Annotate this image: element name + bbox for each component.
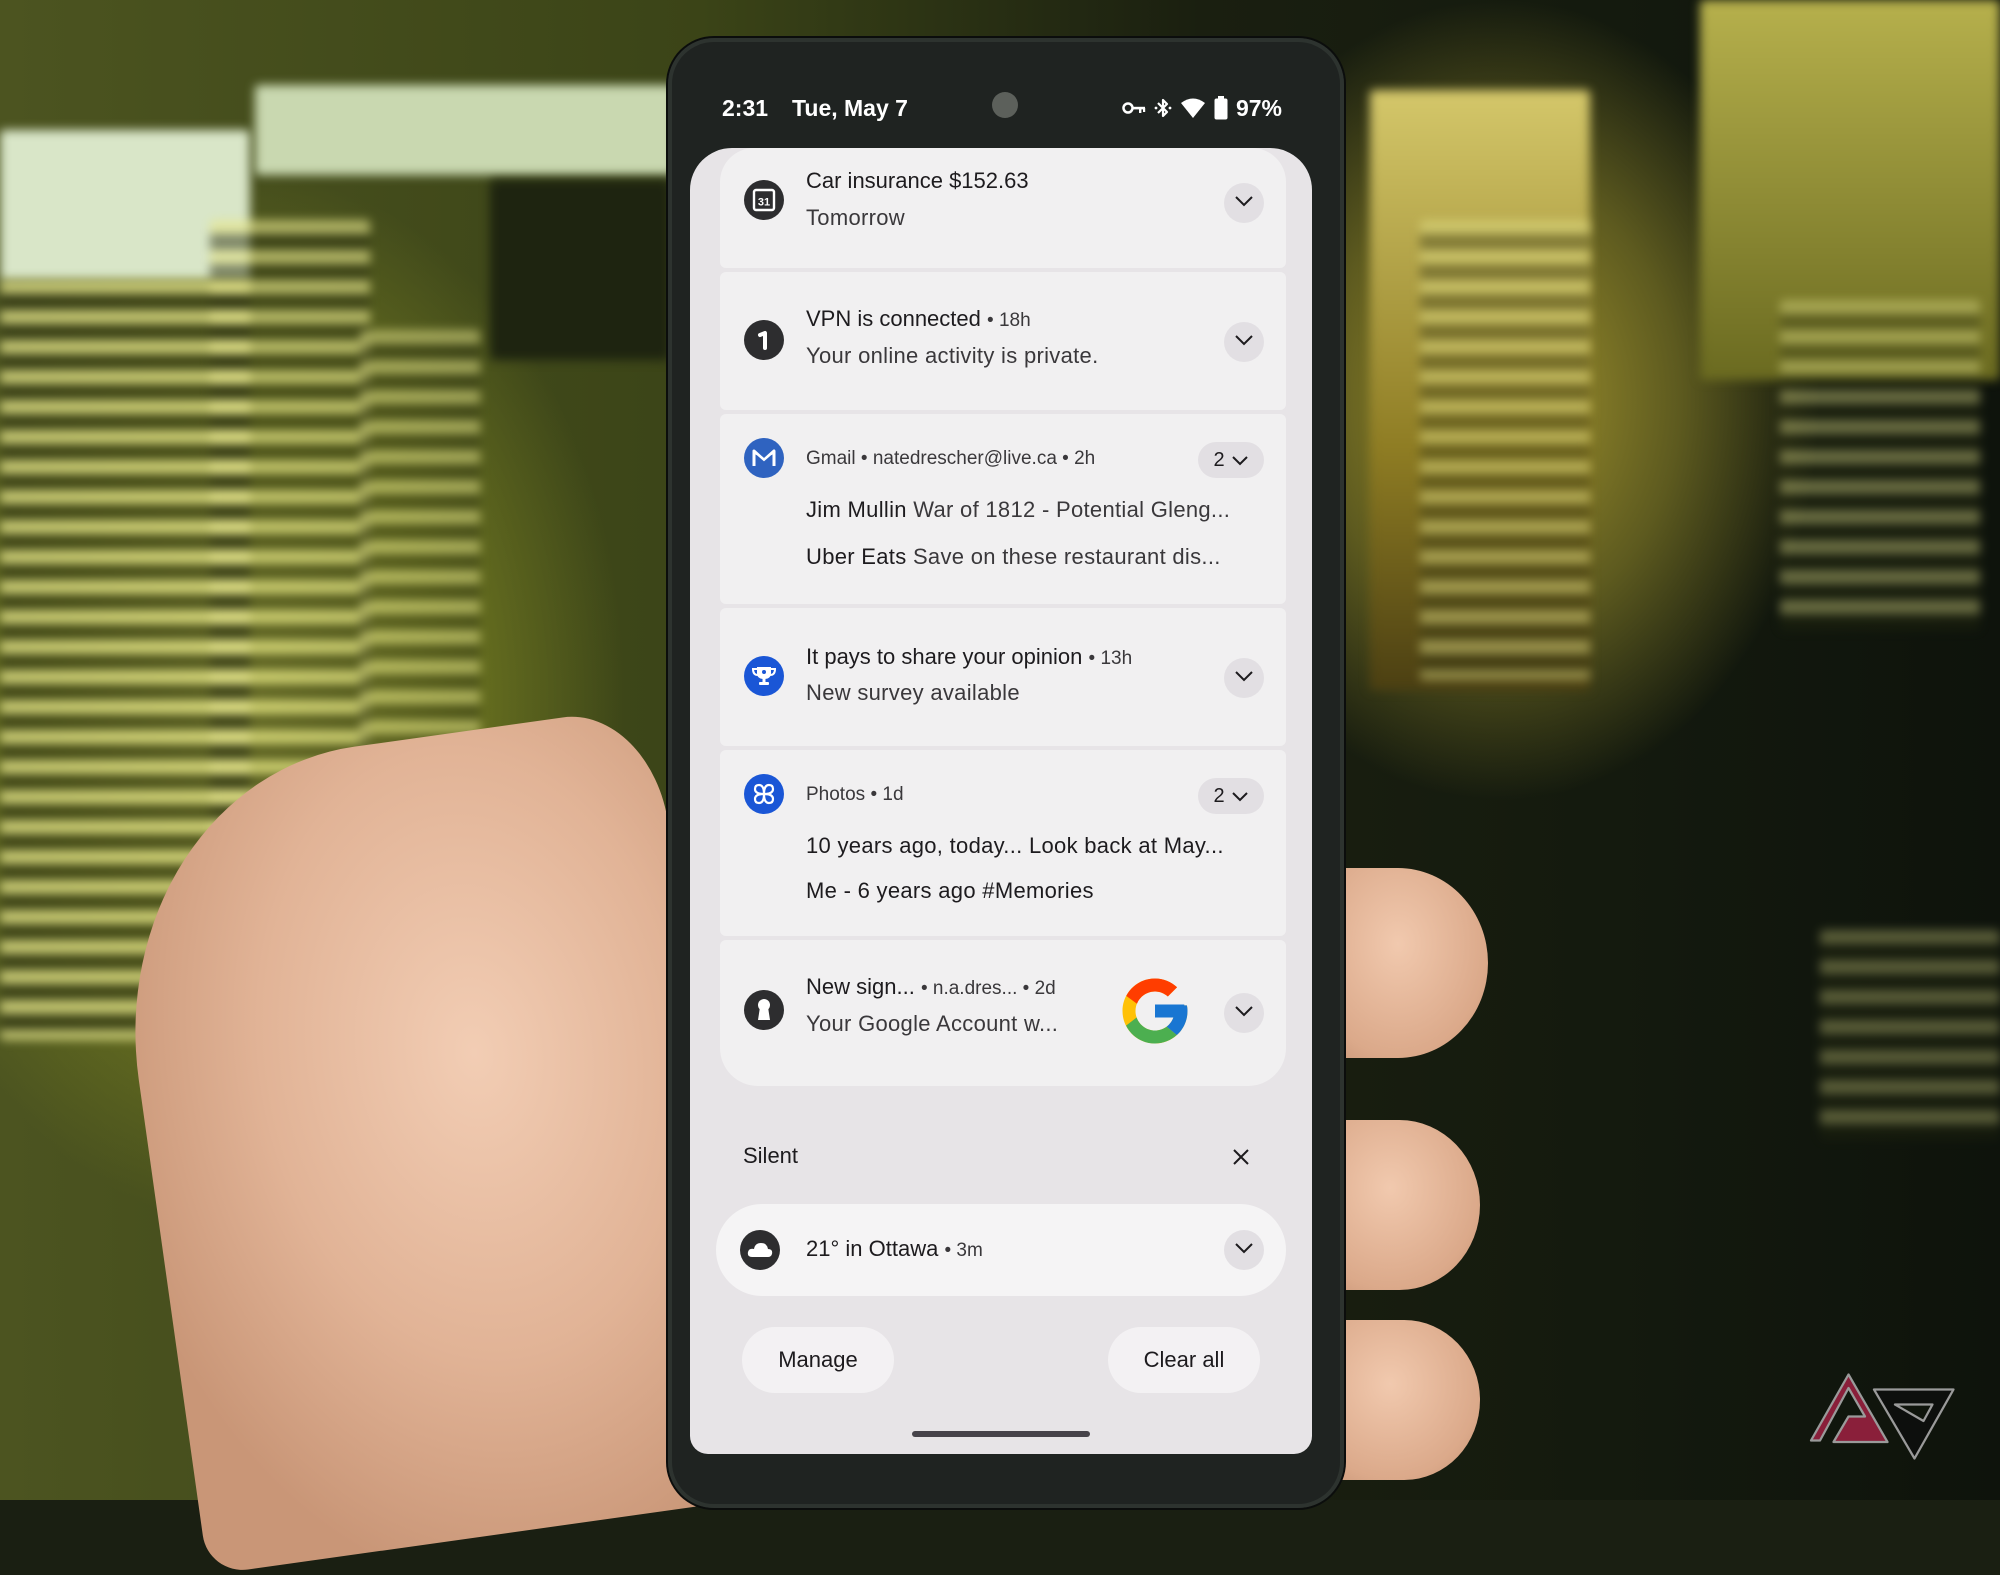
gesture-navigation-bar[interactable]	[912, 1431, 1090, 1437]
chevron-down-icon	[1234, 669, 1254, 687]
chevron-down-icon	[1234, 1241, 1254, 1259]
expand-group-button[interactable]: 2	[1198, 778, 1264, 814]
notification-card-calendar[interactable]: 31 Car insurance $152.63 Tomorrow	[720, 148, 1286, 268]
email-subject: War of 1812 - Potential Gleng...	[913, 497, 1231, 522]
separator: •	[1062, 448, 1069, 469]
close-icon	[1232, 1148, 1250, 1171]
separator: •	[944, 1240, 952, 1261]
notification-title-row: New sign... • n.a.dres... • 2d	[806, 974, 1056, 1000]
separator: •	[1088, 648, 1096, 669]
photos-memory-row[interactable]: 10 years ago, today... Look back at May.…	[806, 833, 1224, 859]
chevron-down-icon	[1231, 449, 1249, 472]
notification-time: 18h	[998, 310, 1031, 331]
email-row[interactable]: Jim Mullin War of 1812 - Potential Gleng…	[806, 497, 1230, 523]
separator: •	[987, 310, 994, 331]
trophy-icon	[744, 656, 784, 696]
chevron-down-icon	[1234, 194, 1254, 212]
notification-text: Your Google Account w...	[806, 1011, 1059, 1036]
notification-list: 31 Car insurance $152.63 Tomorrow VPN is…	[720, 148, 1286, 1090]
notification-text: Your online activity is private.	[806, 343, 1099, 368]
calendar-icon: 31	[744, 180, 784, 220]
notification-title-row: 21° in Ottawa • 3m	[806, 1236, 983, 1262]
notification-title-row: It pays to share your opinion • 13h	[806, 644, 1132, 670]
chevron-down-icon	[1234, 333, 1254, 351]
expand-button[interactable]	[1224, 322, 1264, 362]
notification-text: Tomorrow	[806, 205, 905, 230]
bluetooth-icon	[1154, 96, 1172, 120]
notification-card-weather[interactable]: 21° in Ottawa • 3m	[716, 1204, 1286, 1296]
notification-card-photos[interactable]: Photos • 1d 2 10 years ago, today... Loo…	[720, 750, 1286, 936]
separator: •	[870, 784, 878, 805]
separator: •	[1022, 978, 1030, 999]
battery-percent: 97%	[1235, 94, 1282, 121]
expand-button[interactable]	[1224, 658, 1264, 698]
vpn-key-icon	[1122, 101, 1146, 115]
notification-card-gmail[interactable]: Gmail • natedrescher@live.ca • 2h 2 Jim …	[720, 414, 1286, 604]
notification-header: Gmail • natedrescher@live.ca • 2h	[806, 448, 1095, 470]
notification-card-survey[interactable]: It pays to share your opinion • 13h New …	[720, 608, 1286, 746]
photos-pinwheel-icon	[744, 774, 784, 814]
notification-title-row: VPN is connected • 18h	[806, 306, 1031, 332]
account-email: natedrescher@live.ca	[872, 448, 1057, 469]
silent-section-header: Silent	[743, 1143, 799, 1168]
manage-button[interactable]: Manage	[742, 1327, 894, 1393]
status-date: Tue, May 7	[792, 94, 908, 121]
expand-group-button[interactable]: 2	[1198, 442, 1264, 478]
notification-time: 3m	[956, 1240, 983, 1261]
gmail-icon	[744, 438, 784, 478]
expand-button[interactable]	[1224, 1230, 1264, 1270]
notification-count: 2	[1213, 448, 1225, 471]
notification-title: New sign...	[806, 974, 915, 999]
separator: •	[860, 448, 868, 469]
notification-time: 2d	[1034, 978, 1056, 999]
separator: •	[920, 978, 928, 999]
svg-text:31: 31	[758, 197, 770, 209]
clear-silent-button[interactable]	[1228, 1146, 1254, 1172]
email-subject: Save on these restaurant dis...	[912, 544, 1221, 569]
vpn-icon	[744, 320, 784, 360]
notification-time: 13h	[1100, 648, 1133, 669]
chevron-down-icon	[1234, 1004, 1254, 1022]
background-building	[1820, 930, 2000, 1140]
notification-time: 1d	[882, 784, 904, 805]
status-bar: 2:31 Tue, May 7 97%	[722, 88, 1282, 128]
notification-text: New survey available	[806, 680, 1020, 705]
notification-title: Car insurance $152.63	[806, 168, 1029, 193]
status-time: 2:31	[722, 94, 769, 121]
email-sender: Uber Eats	[806, 544, 907, 569]
photos-memory-row[interactable]: Me - 6 years ago #Memories	[806, 878, 1094, 904]
notification-count: 2	[1213, 784, 1225, 807]
cloud-icon	[740, 1230, 780, 1270]
email-sender: Jim Mullin	[806, 497, 907, 522]
notification-card-google-signin[interactable]: New sign... • n.a.dres... • 2d Your Goog…	[720, 940, 1286, 1086]
background-building	[1780, 300, 1980, 630]
notification-title: VPN is connected	[806, 306, 981, 331]
battery-icon	[1214, 96, 1228, 120]
expand-button[interactable]	[1224, 183, 1264, 223]
background-building	[1420, 220, 1590, 680]
android-police-logo	[1780, 1358, 1980, 1478]
notification-header: Photos • 1d	[806, 784, 904, 806]
app-name: Photos	[806, 784, 866, 805]
wifi-icon	[1180, 97, 1206, 119]
background-building	[490, 180, 670, 360]
chevron-down-icon	[1231, 785, 1249, 808]
google-g-logo	[1116, 972, 1194, 1050]
notification-title: 21° in Ottawa	[806, 1236, 939, 1261]
account-email: n.a.dres...	[932, 978, 1018, 999]
notification-card-vpn[interactable]: VPN is connected • 18h Your online activ…	[720, 272, 1286, 410]
expand-button[interactable]	[1224, 993, 1264, 1033]
background-building	[255, 85, 675, 175]
keyhole-icon	[744, 990, 784, 1030]
finger	[1330, 1320, 1480, 1480]
notification-title: It pays to share your opinion	[806, 644, 1083, 669]
notification-time: 2h	[1074, 448, 1096, 469]
clear-all-button[interactable]: Clear all	[1108, 1327, 1260, 1393]
email-row[interactable]: Uber Eats Save on these restaurant dis..…	[806, 544, 1221, 570]
app-name: Gmail	[806, 448, 856, 469]
